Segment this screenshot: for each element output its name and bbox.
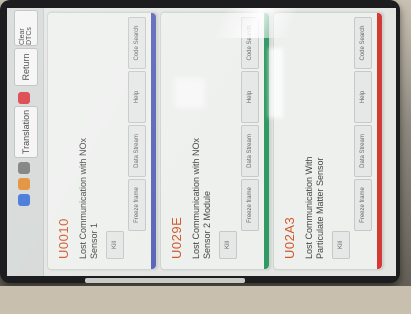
tablet-screen: Translation Return Clear DTCs U0010 Lost… — [7, 8, 396, 276]
dtc-code: U02A3 — [282, 216, 297, 259]
dtc-app: Translation Return Clear DTCs U0010 Lost… — [7, 8, 396, 276]
translation-button[interactable]: Translation — [14, 106, 38, 158]
freeze-frame-button[interactable]: Freeze frame — [128, 179, 146, 231]
dtc-description: Lost Communication with NOx Sensor 2 Mod… — [191, 137, 212, 259]
dtc-card: U02A3 Lost Communication With Particulat… — [273, 12, 383, 270]
kill-button[interactable]: Kill — [219, 231, 237, 259]
screen-glare — [175, 78, 205, 108]
screen-glare — [213, 8, 300, 38]
card-color-bar — [377, 13, 382, 269]
bottom-toolbar: Translation Return Clear DTCs — [7, 8, 44, 276]
kill-button[interactable]: Kill — [106, 231, 124, 259]
dtc-description: Lost Communication With Particulate Matt… — [304, 156, 325, 259]
freeze-frame-button[interactable]: Freeze frame — [354, 179, 372, 231]
record-icon[interactable] — [18, 92, 30, 104]
data-stream-button[interactable]: Data Stream — [128, 125, 146, 177]
help-button[interactable]: Help — [354, 71, 372, 123]
dtc-code: U0010 — [56, 218, 71, 259]
data-stream-button[interactable]: Data Stream — [354, 125, 372, 177]
code-search-button[interactable]: Code Search — [128, 17, 146, 69]
card-color-bar — [151, 13, 156, 269]
return-button[interactable]: Return — [14, 48, 38, 86]
freeze-frame-button[interactable]: Freeze frame — [241, 179, 259, 231]
help-button[interactable]: Help — [241, 71, 259, 123]
clear-dtcs-button[interactable]: Clear DTCs — [14, 10, 38, 46]
tablet-bezel: Translation Return Clear DTCs U0010 Lost… — [0, 0, 400, 283]
help-button[interactable]: Help — [128, 71, 146, 123]
dtc-card: U0010 Lost Communication with NOx Sensor… — [47, 12, 157, 270]
dtc-description: Lost Communication with NOx Sensor 1 — [78, 137, 99, 259]
data-stream-button[interactable]: Data Stream — [241, 125, 259, 177]
dtc-code: U029E — [169, 216, 184, 259]
code-search-button[interactable]: Code Search — [354, 17, 372, 69]
tablet-stand-hinge — [85, 278, 245, 283]
app-icon-blue[interactable] — [18, 194, 30, 206]
app-icon-gray[interactable] — [18, 162, 30, 174]
tablet-case — [0, 286, 411, 314]
dtc-card: U029E Lost Communication with NOx Sensor… — [160, 12, 270, 270]
kill-button[interactable]: Kill — [332, 231, 350, 259]
app-icon-orange[interactable] — [18, 178, 30, 190]
screen-glare — [269, 48, 283, 118]
